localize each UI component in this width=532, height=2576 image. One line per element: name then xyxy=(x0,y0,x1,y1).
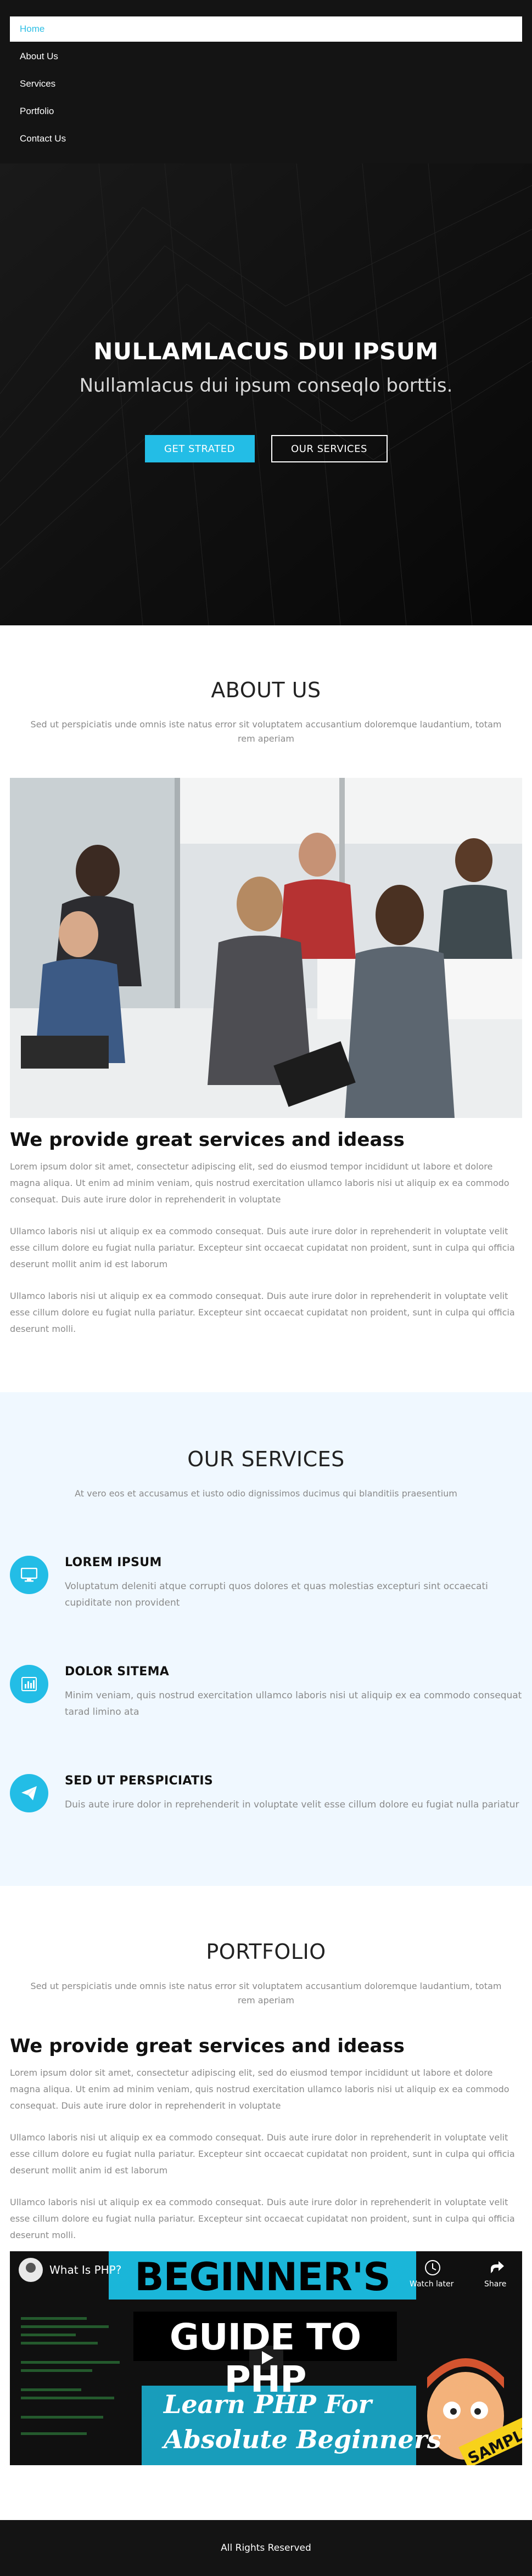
video-tagline-1: Learn PHP For xyxy=(164,2389,372,2419)
about-paragraph-1: Lorem ipsum dolor sit amet, consectetur … xyxy=(10,1161,509,1205)
hero-section: NULLAMLACUS DUI IPSUM Nullamlacus dui ip… xyxy=(0,163,532,625)
service-text: Duis aute irure dolor in reprehenderit i… xyxy=(65,1799,519,1810)
video-headline-2: GUIDE TO PHP xyxy=(169,2316,361,2400)
share-button[interactable]: Share xyxy=(484,2280,506,2289)
portfolio-paragraph-2: Ullamco laboris nisi ut aliquip ex ea co… xyxy=(10,2132,515,2176)
footer: All Rights Reserved xyxy=(0,2520,532,2576)
monitor-icon xyxy=(10,1556,48,1594)
service-text: Minim veniam, quis nostrud exercitation … xyxy=(65,1690,522,1718)
get-started-button[interactable]: GET STRATED xyxy=(144,435,255,462)
service-title: LOREM IPSUM xyxy=(65,1556,162,1569)
services-section: OUR SERVICES At vero eos et accusamus et… xyxy=(0,1392,532,1886)
portfolio-paragraph-3: Ullamco laboris nisi ut aliquip ex ea co… xyxy=(10,2197,515,2240)
watch-later-button[interactable]: Watch later xyxy=(410,2280,453,2289)
portfolio-section: PORTFOLIO Sed ut perspiciatis unde omnis… xyxy=(0,1886,532,2520)
hero-subtitle: Nullamlacus dui ipsum conseqlo borttis. xyxy=(79,375,453,397)
service-text: Voluptatum deleniti atque corrupti quos … xyxy=(65,1581,488,1608)
hero-buttons: GET STRATED OUR SERVICES xyxy=(144,435,388,462)
bar-chart-icon xyxy=(10,1665,48,1703)
about-heading: We provide great services and ideass xyxy=(10,1129,405,1151)
nav-item-contact[interactable]: Contact Us xyxy=(10,125,522,152)
nav-item-portfolio[interactable]: Portfolio xyxy=(10,98,522,125)
video-player[interactable]: What Is PHP? Watch later Share BEGINNER'… xyxy=(10,2251,522,2465)
services-title: OUR SERVICES xyxy=(187,1447,345,1471)
team-meeting-photo xyxy=(10,778,522,1118)
portfolio-heading: We provide great services and ideass xyxy=(10,2035,405,2057)
about-paragraph-3: Ullamco laboris nisi ut aliquip ex ea co… xyxy=(10,1291,515,1334)
video-headline-1: BEGINNER'S xyxy=(135,2255,390,2300)
our-services-button[interactable]: OUR SERVICES xyxy=(271,435,388,462)
about-section: ABOUT US Sed ut perspiciatis unde omnis … xyxy=(0,625,532,1392)
nav-item-services[interactable]: Services xyxy=(10,70,522,98)
portfolio-title: PORTFOLIO xyxy=(206,1940,326,1964)
about-title: ABOUT US xyxy=(211,678,321,702)
nav-item-home[interactable]: Home xyxy=(10,16,522,42)
services-description: At vero eos et accusamus et iusto odio d… xyxy=(75,1488,457,1499)
portfolio-paragraph-1: Lorem ipsum dolor sit amet, consectetur … xyxy=(10,2067,509,2111)
about-paragraph-2: Ullamco laboris nisi ut aliquip ex ea co… xyxy=(10,1226,515,1269)
nav-item-about[interactable]: About Us xyxy=(10,43,522,70)
service-item: DOLOR SITEMA Minim veniam, quis nostrud … xyxy=(0,1665,532,1720)
video-title: What Is PHP? xyxy=(49,2263,122,2276)
main-nav: Home About Us Services Portfolio Contact… xyxy=(0,0,532,163)
footer-copyright: All Rights Reserved xyxy=(221,2543,311,2554)
video-tagline-2: Absolute Beginners xyxy=(164,2425,441,2454)
service-title: DOLOR SITEMA xyxy=(65,1665,170,1679)
service-item: LOREM IPSUM Voluptatum deleniti atque co… xyxy=(0,1556,532,1611)
hero-title: NULLAMLACUS DUI IPSUM xyxy=(93,338,439,365)
service-item: SED UT PERSPICIATIS Duis aute irure dolo… xyxy=(0,1774,532,1813)
about-description: Sed ut perspiciatis unde omnis iste natu… xyxy=(30,719,502,744)
service-title: SED UT PERSPICIATIS xyxy=(65,1774,213,1788)
paper-plane-icon xyxy=(10,1774,48,1812)
portfolio-description: Sed ut perspiciatis unde omnis iste natu… xyxy=(30,1981,502,2006)
